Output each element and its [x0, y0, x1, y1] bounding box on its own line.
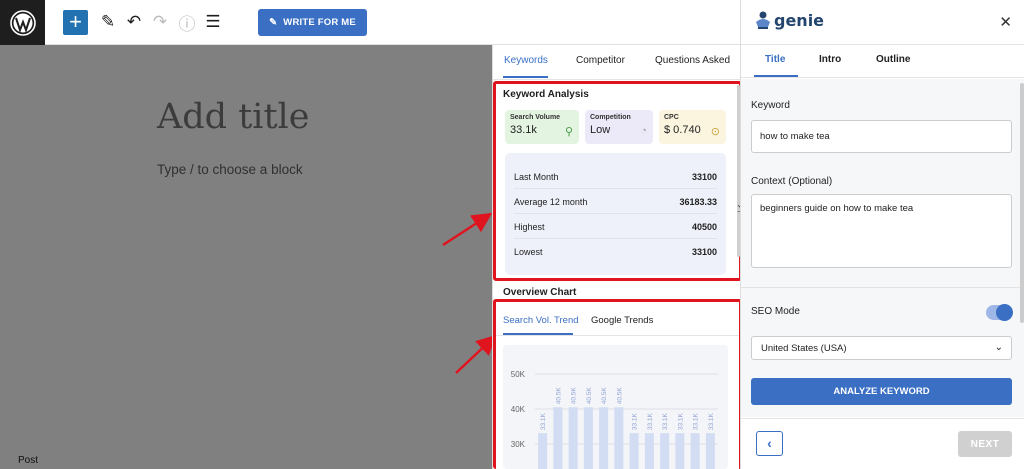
chevron-down-icon: ⌄ — [994, 342, 1003, 353]
editor-toolbar: + ✎ ↶ ↷ ⓘ ☰ ✎ WRITE FOR ME — [0, 0, 740, 45]
overview-chart-highlight — [493, 299, 742, 469]
undo-icon[interactable]: ↶ — [123, 11, 145, 33]
overview-chart-title: Overview Chart — [503, 287, 577, 298]
redo-icon[interactable]: ↷ — [149, 11, 171, 33]
genie-tabs: Title Intro Outline — [741, 45, 1024, 78]
tab-title[interactable]: Title — [765, 54, 785, 65]
next-button[interactable]: NEXT — [958, 431, 1012, 457]
write-for-me-button[interactable]: ✎ WRITE FOR ME — [258, 9, 367, 36]
country-select[interactable]: United States (USA) ⌄ — [751, 336, 1012, 360]
pencil-icon: ✎ — [269, 17, 278, 28]
analyze-keyword-button[interactable]: ANALYZE KEYWORD — [751, 378, 1012, 405]
tab-intro[interactable]: Intro — [819, 54, 841, 65]
write-for-me-label: WRITE FOR ME — [283, 17, 356, 28]
genie-footer: ‹ NEXT — [741, 418, 1024, 469]
sidebar-scrollbar[interactable] — [1020, 83, 1024, 323]
divider — [741, 287, 1024, 288]
active-tab-indicator — [503, 76, 548, 78]
genie-sidebar: genie ✕ Title Intro Outline Keyword how … — [740, 0, 1024, 469]
back-button[interactable]: ‹ — [756, 431, 783, 456]
active-tab-indicator — [754, 75, 798, 77]
brand-name: genie — [774, 10, 825, 30]
genie-logo: genie — [754, 10, 824, 30]
keyword-label: Keyword — [751, 100, 790, 111]
keyword-analysis-highlight — [493, 81, 742, 281]
list-view-icon[interactable]: ☰ — [202, 11, 224, 33]
chevron-left-icon: ‹ — [767, 435, 772, 451]
wordpress-logo-icon[interactable] — [0, 0, 45, 45]
pencil-icon[interactable]: ✎ — [97, 11, 119, 33]
context-textarea[interactable]: beginners guide on how to make tea — [751, 194, 1012, 268]
seo-mode-label: SEO Mode — [751, 306, 800, 317]
research-tabs: Keywords Competitor Questions Asked — [493, 45, 740, 80]
block-placeholder[interactable]: Type / to choose a block — [157, 162, 303, 177]
toggle-knob — [996, 304, 1013, 321]
genie-lamp-icon — [756, 11, 770, 29]
seo-mode-toggle[interactable] — [986, 304, 1013, 321]
keyword-research-panel: Keywords Competitor Questions Asked Keyw… — [492, 45, 742, 469]
context-label: Context (Optional) — [751, 176, 833, 187]
tab-outline[interactable]: Outline — [876, 54, 910, 65]
breadcrumb-post: Post — [18, 455, 39, 466]
editor-canvas: Add title Type / to choose a block Post — [0, 45, 492, 469]
info-icon[interactable]: ⓘ — [176, 11, 198, 34]
title-placeholder[interactable]: Add title — [157, 97, 309, 137]
close-icon[interactable]: ✕ — [999, 13, 1012, 31]
genie-header: genie ✕ — [741, 0, 1024, 45]
keyword-input[interactable]: how to make tea — [751, 120, 1012, 153]
add-block-icon[interactable]: + — [63, 10, 88, 35]
tab-competitor[interactable]: Competitor — [576, 55, 625, 66]
country-value: United States (USA) — [761, 343, 847, 354]
tab-keywords[interactable]: Keywords — [504, 55, 548, 66]
tab-questions-asked[interactable]: Questions Asked — [655, 55, 730, 66]
